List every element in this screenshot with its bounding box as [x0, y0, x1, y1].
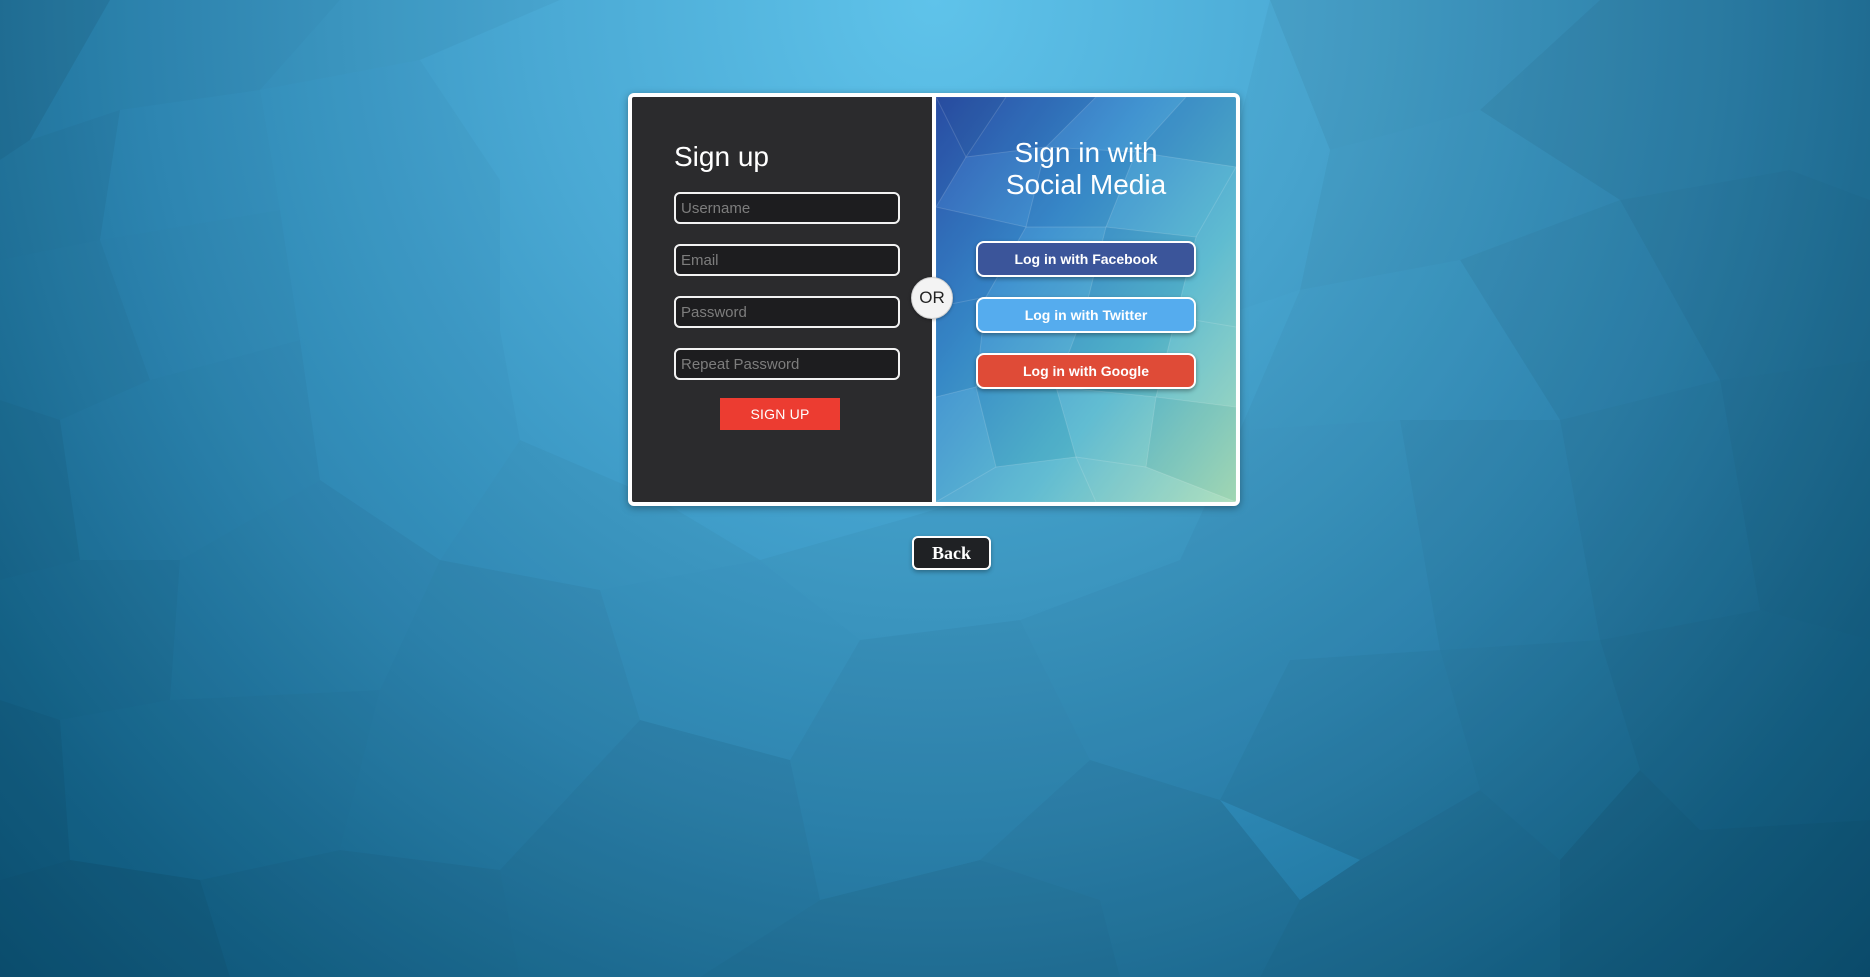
social-title-line1: Sign in with: [1014, 137, 1158, 168]
email-input[interactable]: [674, 244, 900, 276]
signup-section: Sign up SIGN UP: [632, 97, 932, 502]
back-button[interactable]: Back: [912, 536, 991, 570]
signup-title: Sign up: [674, 141, 769, 172]
facebook-login-button[interactable]: Log in with Facebook: [976, 241, 1196, 277]
signup-button[interactable]: SIGN UP: [720, 398, 840, 430]
twitter-login-button[interactable]: Log in with Twitter: [976, 297, 1196, 333]
google-login-button[interactable]: Log in with Google: [976, 353, 1196, 389]
username-input[interactable]: [674, 192, 900, 224]
password-input[interactable]: [674, 296, 900, 328]
social-title-line2: Social Media: [1005, 169, 1167, 200]
repeat-password-input[interactable]: [674, 348, 900, 380]
social-title: Sign in with Social Media: [936, 137, 1236, 201]
or-separator-badge: OR: [911, 277, 953, 319]
social-section: Sign in with Social Media Log in with Fa…: [936, 97, 1236, 502]
